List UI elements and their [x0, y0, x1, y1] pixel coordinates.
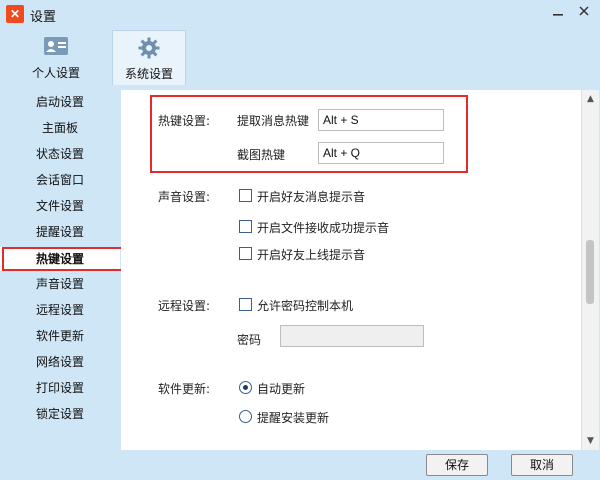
option-label: 提醒安装更新 — [257, 411, 330, 425]
content-scrollbar[interactable]: ▲ ▼ — [581, 90, 599, 450]
hotkey-section-label: 热键设置: — [158, 114, 211, 128]
screenshot-hotkey-label: 截图热键 — [237, 148, 286, 162]
remote-section-label: 远程设置: — [158, 299, 211, 313]
sidebar-item-status[interactable]: 状态设置 — [0, 142, 120, 166]
checkbox[interactable] — [239, 298, 252, 311]
password-input[interactable] — [280, 325, 424, 347]
minimize-icon[interactable] — [546, 3, 570, 25]
sidebar-item-main-panel[interactable]: 主面板 — [0, 116, 120, 140]
settings-window: ✕ 设置 个人设置 系统设置 启动设置 主面板 状态设置 会话窗口 文件设置 提… — [0, 0, 600, 480]
option-label: 开启好友消息提示音 — [257, 190, 366, 204]
sidebar-item-update[interactable]: 软件更新 — [0, 324, 120, 348]
profile-card-icon — [20, 36, 92, 58]
sidebar-item-file[interactable]: 文件设置 — [0, 194, 120, 218]
option-label: 开启文件接收成功提示音 — [257, 221, 390, 235]
capture-message-hotkey-label: 提取消息热键 — [237, 114, 310, 128]
scroll-down-icon[interactable]: ▼ — [582, 434, 599, 448]
sidebar-item-hotkey[interactable]: 热键设置 — [0, 247, 120, 271]
update-section-label: 软件更新: — [158, 382, 211, 396]
top-tab-bar: 个人设置 系统设置 — [0, 28, 600, 88]
tab-label: 个人设置 — [31, 66, 80, 80]
checkbox[interactable] — [239, 247, 252, 260]
radio-button[interactable] — [239, 381, 252, 394]
sidebar-item-lock[interactable]: 锁定设置 — [0, 402, 120, 426]
option-label: 允许密码控制本机 — [257, 299, 354, 313]
option-label: 开启好友上线提示音 — [257, 248, 366, 262]
password-label: 密码 — [237, 333, 262, 347]
sidebar-item-remote[interactable]: 远程设置 — [0, 298, 120, 322]
sidebar-item-sound[interactable]: 声音设置 — [0, 272, 120, 296]
save-button[interactable]: 保存 — [426, 454, 488, 476]
radio-button[interactable] — [239, 410, 252, 423]
sidebar-item-reminder[interactable]: 提醒设置 — [0, 220, 120, 244]
title-bar: ✕ 设置 — [0, 0, 600, 28]
option-label: 自动更新 — [257, 382, 306, 396]
settings-content: 热键设置: 提取消息热键 截图热键 声音设置: 开启好友消息提示音 开启文件接收… — [121, 90, 581, 450]
radio-selected-dot — [243, 385, 248, 390]
sidebar-item-network[interactable]: 网络设置 — [0, 350, 120, 374]
cancel-button[interactable]: 取消 — [511, 454, 573, 476]
checkbox[interactable] — [239, 220, 252, 233]
sidebar-nav: 启动设置 主面板 状态设置 会话窗口 文件设置 提醒设置 热键设置 声音设置 远… — [0, 90, 123, 450]
tab-system-settings[interactable]: 系统设置 — [112, 30, 186, 85]
sidebar-item-startup[interactable]: 启动设置 — [0, 90, 120, 114]
sidebar-item-chat-window[interactable]: 会话窗口 — [0, 168, 120, 192]
app-logo-icon: ✕ — [6, 5, 24, 23]
tab-personal-settings[interactable]: 个人设置 — [20, 30, 92, 84]
scrollbar-thumb[interactable] — [586, 240, 594, 304]
sound-section-label: 声音设置: — [158, 190, 211, 204]
screenshot-hotkey-input[interactable] — [318, 142, 444, 164]
capture-message-hotkey-input[interactable] — [318, 109, 444, 131]
checkbox[interactable] — [239, 189, 252, 202]
close-icon[interactable] — [572, 3, 596, 25]
footer-bar: 保存 取消 — [0, 450, 600, 480]
window-title: 设置 — [30, 10, 57, 25]
gear-icon — [113, 37, 185, 59]
scroll-up-icon[interactable]: ▲ — [582, 92, 599, 106]
sidebar-item-print[interactable]: 打印设置 — [0, 376, 120, 400]
tab-label: 系统设置 — [124, 67, 173, 81]
